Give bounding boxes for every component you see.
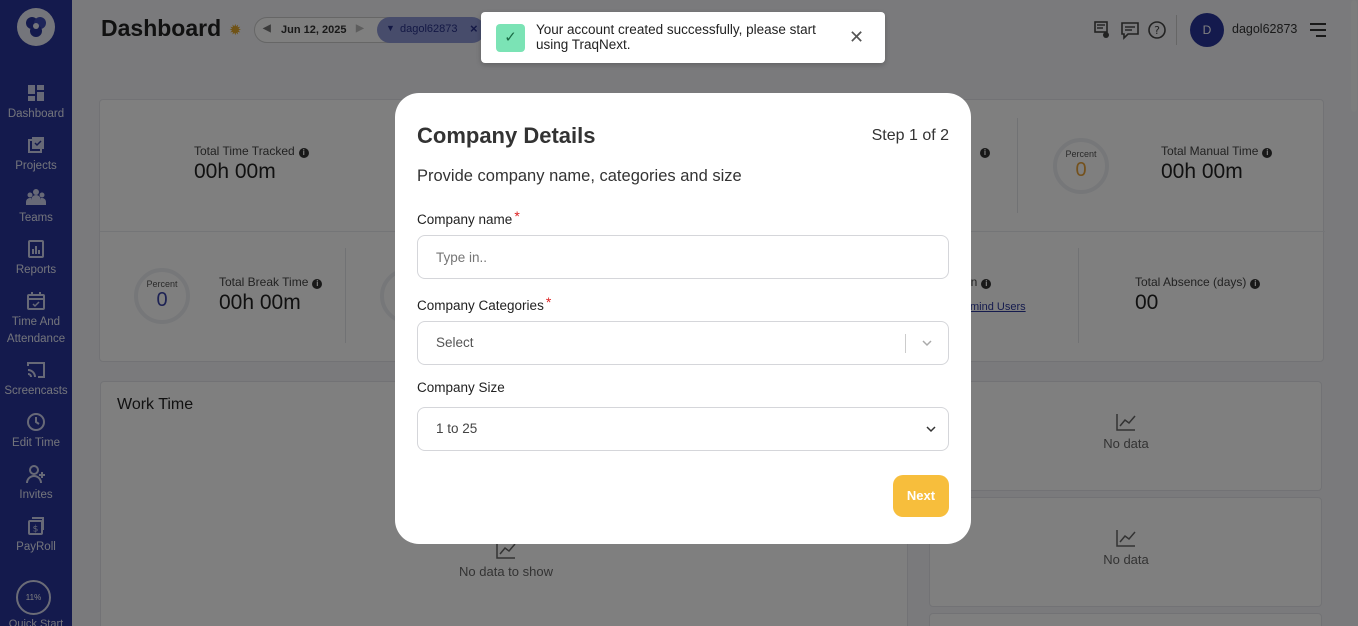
chevron-down-icon[interactable]: [920, 336, 934, 350]
next-button[interactable]: Next: [893, 475, 949, 517]
modal-subtitle: Provide company name, categories and siz…: [417, 167, 742, 185]
select-separator: [905, 334, 906, 353]
scrollbar-thumb[interactable]: [1351, 0, 1357, 112]
toast-message: Your account created successfully, pleas…: [536, 22, 816, 52]
close-icon[interactable]: ✕: [849, 27, 864, 47]
company-size-select[interactable]: 1 to 25: [417, 407, 949, 451]
required-asterisk: *: [514, 208, 520, 224]
company-size-label: Company Size: [417, 380, 505, 395]
select-value: 1 to 25: [436, 421, 478, 436]
modal-title: Company Details: [417, 123, 596, 148]
step-indicator: Step 1 of 2: [871, 127, 949, 144]
company-categories-select[interactable]: Select: [417, 321, 949, 365]
chevron-down-icon[interactable]: [924, 422, 938, 436]
check-icon: ✓: [496, 24, 525, 52]
page-scrollbar[interactable]: [1350, 0, 1358, 626]
company-name-label: Company name *: [417, 208, 520, 227]
company-categories-label: Company Categories *: [417, 294, 552, 313]
select-placeholder: Select: [436, 335, 474, 350]
company-details-modal: Company Details Step 1 of 2 Provide comp…: [395, 93, 971, 544]
success-toast: ✓ Your account created successfully, ple…: [481, 12, 885, 63]
required-asterisk: *: [545, 294, 552, 310]
company-name-input[interactable]: [417, 235, 949, 279]
